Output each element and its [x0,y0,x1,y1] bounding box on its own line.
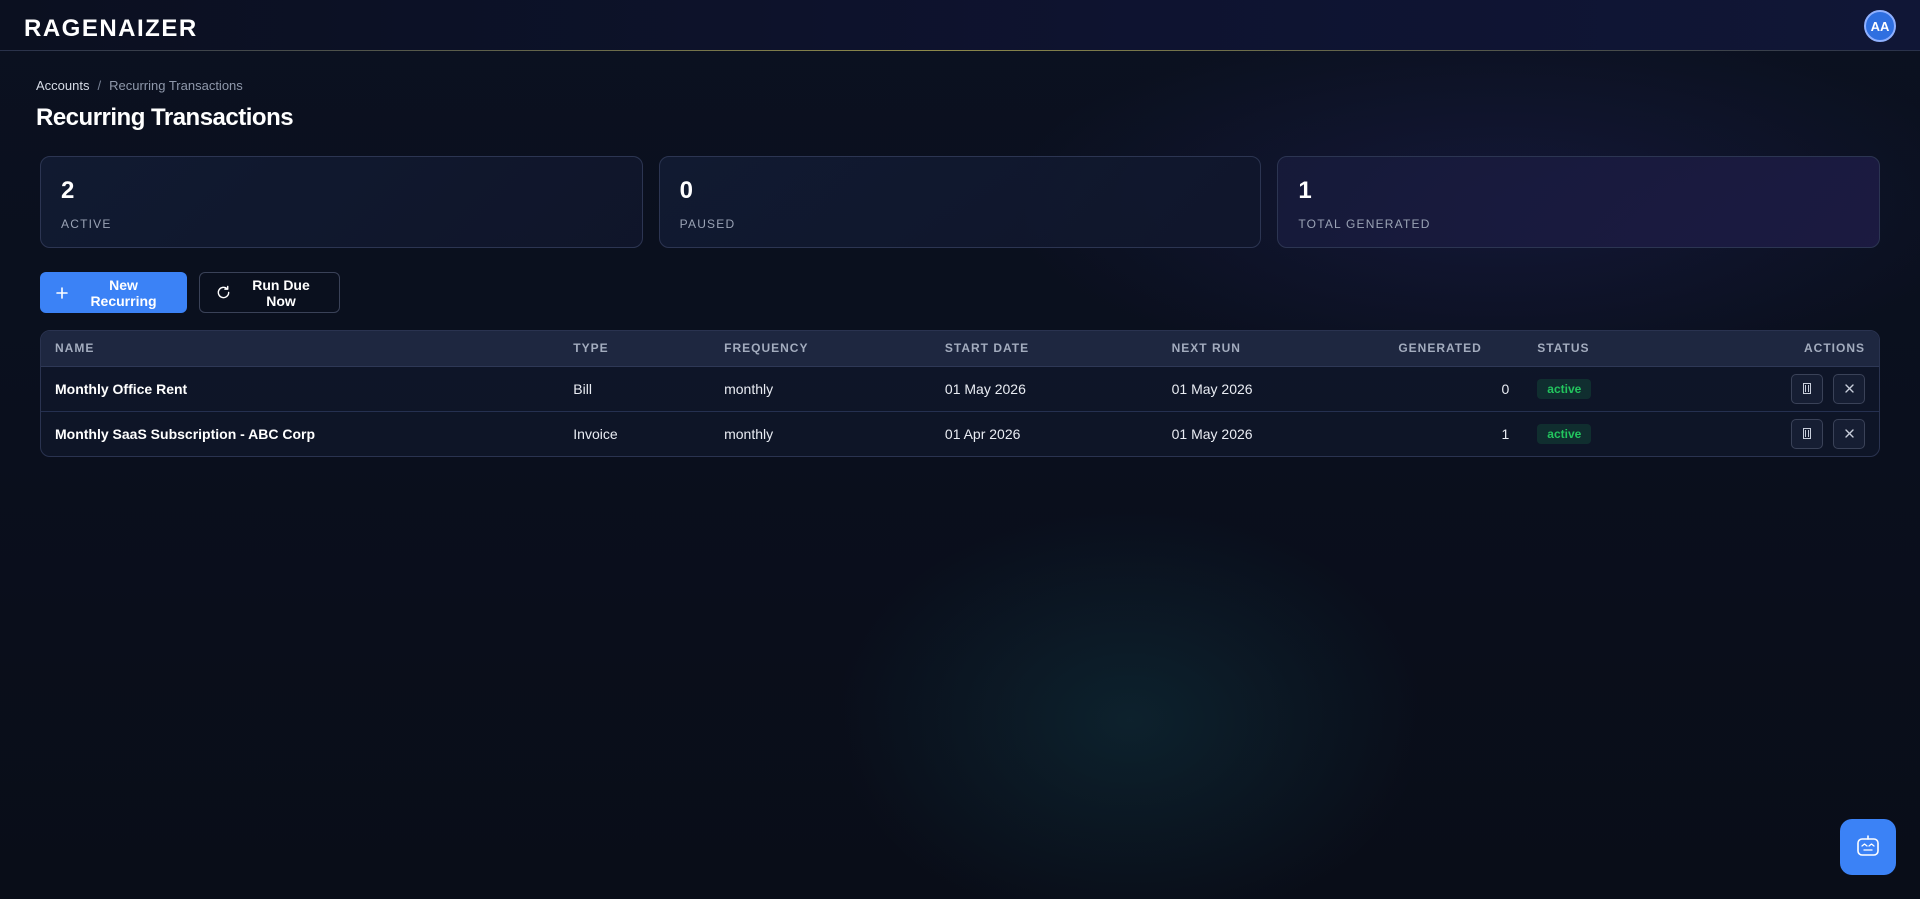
status-badge: active [1537,378,1592,399]
row-status-cell: active [1523,410,1714,456]
column-header-frequency[interactable]: FREQUENCY [710,331,931,367]
run-due-now-button[interactable]: Run Due Now [199,272,340,313]
column-header-type[interactable]: TYPE [559,331,711,367]
stat-card-paused: 0 PAUSED [658,156,1262,248]
column-header-actions: ACTIONS [1713,331,1879,367]
pause-icon [1803,383,1812,394]
top-bar: RAGENAIZER AA [0,0,1920,51]
row-start-date: 01 Apr 2026 [930,410,1158,456]
row-name[interactable]: Monthly SaaS Subscription - ABC Corp [41,410,560,456]
row-type: Bill [573,380,592,397]
row-actions [1713,366,1879,411]
row-generated: 0 [1501,380,1510,397]
delete-button[interactable] [1833,373,1865,404]
assistant-icon [1857,835,1879,856]
svg-text:RAGENAIZER: RAGENAIZER [24,15,198,39]
row-actions [1713,410,1879,456]
refresh-icon [217,285,230,299]
stat-card-total-generated: 1 TOTAL GENERATED [1277,156,1881,248]
stat-value-total-generated: 1 [1298,177,1312,204]
stat-label-active: ACTIVE [61,217,112,231]
column-header-next-run[interactable]: NEXT RUN [1157,331,1385,367]
page-title: Recurring Transactions [36,104,294,131]
delete-button[interactable] [1833,418,1865,449]
row-name[interactable]: Monthly Office Rent [41,366,559,411]
header-accent-line [0,50,1920,51]
row-start-date: 01 May 2026 [944,380,1026,397]
close-icon [1844,384,1854,393]
close-icon [1844,429,1854,438]
toolbar: New Recurring Run Due Now [40,272,340,313]
run-due-now-label: Run Due Now [252,276,310,309]
table-header-row: NAME TYPE FREQUENCY START DATE NEXT RUN … [41,331,1879,367]
row-next-run: 01 May 2026 [1171,380,1253,397]
column-header-generated[interactable]: GENERATED [1384,331,1524,367]
recurring-table: NAME TYPE FREQUENCY START DATE NEXT RUN … [40,330,1880,457]
stat-value-active: 2 [61,177,75,204]
new-recurring-label: New Recurring [90,276,157,309]
column-header-status[interactable]: STATUS [1523,331,1714,367]
stat-card-active: 2 ACTIVE [40,156,643,248]
assistant-button[interactable] [1840,819,1896,875]
breadcrumb-current: Recurring Transactions [109,78,243,93]
plus-icon [56,286,68,299]
stat-value-paused: 0 [679,177,694,204]
row-type: Invoice [559,410,711,456]
table-row[interactable]: Monthly Office Rent Bill monthly 01 May … [41,366,1879,411]
breadcrumb: Accounts / Recurring Transactions [36,78,243,93]
breadcrumb-accounts-link[interactable]: Accounts [36,78,89,93]
row-frequency: monthly [710,410,931,456]
breadcrumb-separator: / [97,78,102,93]
row-next-run: 01 May 2026 [1157,410,1385,456]
stat-label-total-generated: TOTAL GENERATED [1298,217,1431,231]
user-avatar[interactable]: AA [1864,10,1896,42]
status-badge: active [1537,423,1592,444]
stat-label-paused: PAUSED [679,217,736,231]
column-header-name[interactable]: NAME [41,331,560,367]
pause-icon [1803,428,1812,440]
row-frequency: monthly [724,380,774,397]
pause-button[interactable] [1791,418,1824,449]
logo[interactable]: RAGENAIZER [24,15,236,39]
row-generated: 1 [1384,410,1524,456]
stats-row: 2 ACTIVE 0 PAUSED 1 TOTAL GENERATED [40,156,1881,248]
new-recurring-button[interactable]: New Recurring [40,272,187,313]
pause-button[interactable] [1791,373,1824,404]
column-header-start-date[interactable]: START DATE [930,331,1158,367]
row-status-cell: active [1523,366,1713,411]
table-row[interactable]: Monthly SaaS Subscription - ABC Corp Inv… [41,410,1879,456]
